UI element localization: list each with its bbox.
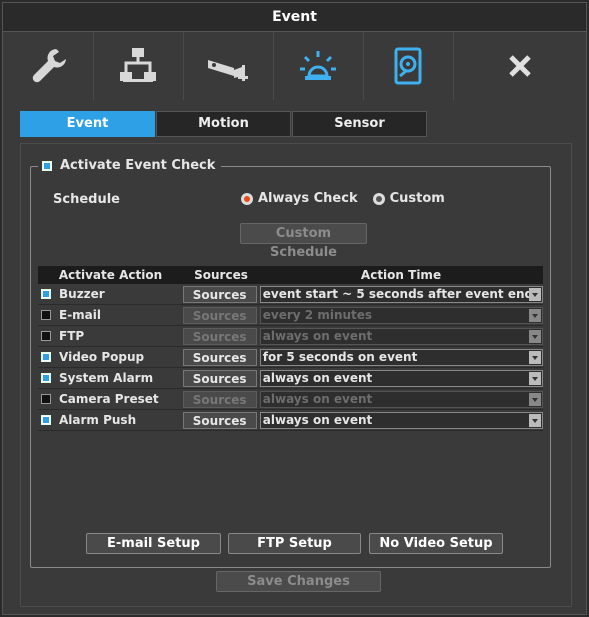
header-sources: Sources — [194, 268, 248, 282]
action-name-cell: Camera Preset — [38, 392, 183, 406]
sources-button[interactable]: Sources — [182, 369, 257, 387]
action-name-cell: System Alarm — [38, 371, 183, 385]
event-panel: Activate Event Check Schedule Always Che… — [20, 143, 572, 607]
action-time-select[interactable]: event start ~ 5 seconds after event end — [259, 285, 543, 303]
header-activate-action: Activate Action — [58, 268, 163, 282]
action-checkbox[interactable] — [41, 373, 51, 383]
activate-checkbox[interactable] — [42, 160, 52, 171]
action-name-cell: E-mail — [38, 308, 183, 322]
tool-network-button[interactable] — [93, 32, 184, 100]
network-icon — [120, 48, 156, 82]
radio-selected-icon — [241, 192, 253, 205]
chevron-down-icon[interactable] — [528, 371, 541, 385]
chevron-down-icon[interactable] — [528, 413, 541, 427]
action-label: Alarm Push — [59, 413, 137, 427]
tab-sensor[interactable]: Sensor — [292, 111, 427, 137]
table-row: Video Popup Sources for 5 seconds on event — [38, 347, 543, 368]
action-name-cell: Video Popup — [38, 350, 183, 364]
sources-button[interactable]: Sources — [182, 348, 257, 366]
action-checkbox[interactable] — [41, 415, 51, 425]
action-checkbox[interactable] — [41, 289, 51, 299]
sources-button[interactable]: Sources — [182, 285, 257, 303]
table-row: Camera Preset Sources always on event — [38, 389, 543, 410]
tool-storage-button[interactable] — [363, 32, 454, 100]
radio-custom-label: Custom — [389, 191, 445, 206]
table-row: E-mail Sources every 2 minutes — [38, 305, 543, 326]
action-checkbox[interactable] — [41, 352, 51, 362]
tab-event[interactable]: Event — [20, 111, 155, 137]
no-video-setup-button[interactable]: No Video Setup — [369, 533, 503, 554]
table-row: System Alarm Sources always on event — [38, 368, 543, 389]
camera-icon — [208, 60, 248, 81]
action-label: System Alarm — [59, 371, 154, 385]
ftp-setup-button[interactable]: FTP Setup — [228, 533, 361, 554]
schedule-label: Schedule — [53, 192, 120, 207]
activate-event-check[interactable]: Activate Event Check — [38, 158, 222, 173]
alarm-light-icon — [300, 51, 336, 80]
sources-button[interactable]: Sources — [182, 390, 257, 408]
chevron-down-icon[interactable] — [528, 287, 541, 301]
action-time-value: always on event — [262, 370, 373, 385]
sources-button[interactable]: Sources — [182, 306, 257, 324]
chevron-down-icon[interactable] — [528, 392, 541, 406]
action-time-select[interactable]: always on event — [259, 390, 543, 408]
tool-camera-button[interactable] — [183, 32, 274, 100]
action-time-select[interactable]: for 5 seconds on event — [259, 348, 543, 366]
action-name-cell: FTP — [38, 329, 183, 343]
tool-event-button[interactable] — [273, 32, 364, 100]
action-time-select[interactable]: every 2 minutes — [259, 306, 543, 324]
event-check-group: Activate Event Check Schedule Always Che… — [30, 158, 551, 568]
close-button[interactable] — [453, 32, 586, 100]
sources-button[interactable]: Sources — [182, 327, 257, 345]
action-name-cell: Buzzer — [38, 287, 183, 301]
action-time-select[interactable]: always on event — [259, 327, 543, 345]
chevron-down-icon[interactable] — [528, 308, 541, 322]
chevron-down-icon[interactable] — [528, 350, 541, 364]
sources-button[interactable]: Sources — [182, 411, 257, 429]
action-label: Buzzer — [59, 287, 105, 301]
action-checkbox[interactable] — [41, 394, 51, 404]
action-time-select[interactable]: always on event — [259, 369, 543, 387]
window-title: Event — [3, 3, 586, 32]
radio-unselected-icon — [372, 192, 385, 205]
action-label: FTP — [59, 329, 85, 343]
action-label: Video Popup — [59, 350, 145, 364]
action-time-value: event start ~ 5 seconds after event end — [262, 286, 534, 301]
action-name-cell: Alarm Push — [38, 413, 183, 427]
schedule-radio-group: Always Check Custom — [241, 191, 445, 206]
table-body: Buzzer Sources event start ~ 5 seconds aft… — [38, 284, 543, 431]
wrench-icon — [32, 49, 66, 83]
action-time-value: always on event — [262, 328, 373, 343]
action-checkbox[interactable] — [41, 310, 51, 320]
action-time-value: every 2 minutes — [262, 307, 373, 322]
action-label: E-mail — [59, 308, 102, 322]
radio-custom[interactable]: Custom — [372, 191, 445, 206]
close-icon — [508, 55, 531, 77]
header-action-time: Action Time — [360, 268, 442, 282]
email-setup-button[interactable]: E-mail Setup — [86, 533, 221, 554]
tool-settings-button[interactable] — [3, 32, 94, 100]
save-changes-button[interactable]: Save Changes — [216, 571, 381, 592]
table-row: FTP Sources always on event — [38, 326, 543, 347]
radio-always-check-label: Always Check — [258, 191, 358, 206]
action-time-select[interactable]: always on event — [259, 411, 543, 429]
action-checkbox[interactable] — [41, 331, 51, 341]
custom-schedule-button[interactable]: Custom Schedule — [240, 223, 367, 260]
main-toolbar — [3, 32, 586, 100]
radio-always-check[interactable]: Always Check — [241, 191, 358, 206]
table-row: Buzzer Sources event start ~ 5 seconds aft… — [38, 284, 543, 305]
activate-label: Activate Event Check — [60, 158, 216, 173]
action-time-value: always on event — [262, 391, 373, 406]
chevron-down-icon[interactable] — [528, 329, 541, 343]
table-header: Activate Action Sources Action Time — [38, 266, 543, 284]
action-table: Activate Action Sources Action Time Buzz… — [38, 266, 543, 431]
table-row: Alarm Push Sources always on event — [38, 410, 543, 431]
action-time-value: for 5 seconds on event — [262, 349, 418, 364]
action-label: Camera Preset — [59, 392, 159, 406]
event-window: Event Event Motion Sensor Activate Event… — [2, 2, 587, 615]
tab-motion[interactable]: Motion — [156, 111, 291, 137]
action-time-value: always on event — [262, 412, 373, 427]
storage-icon — [394, 47, 422, 85]
